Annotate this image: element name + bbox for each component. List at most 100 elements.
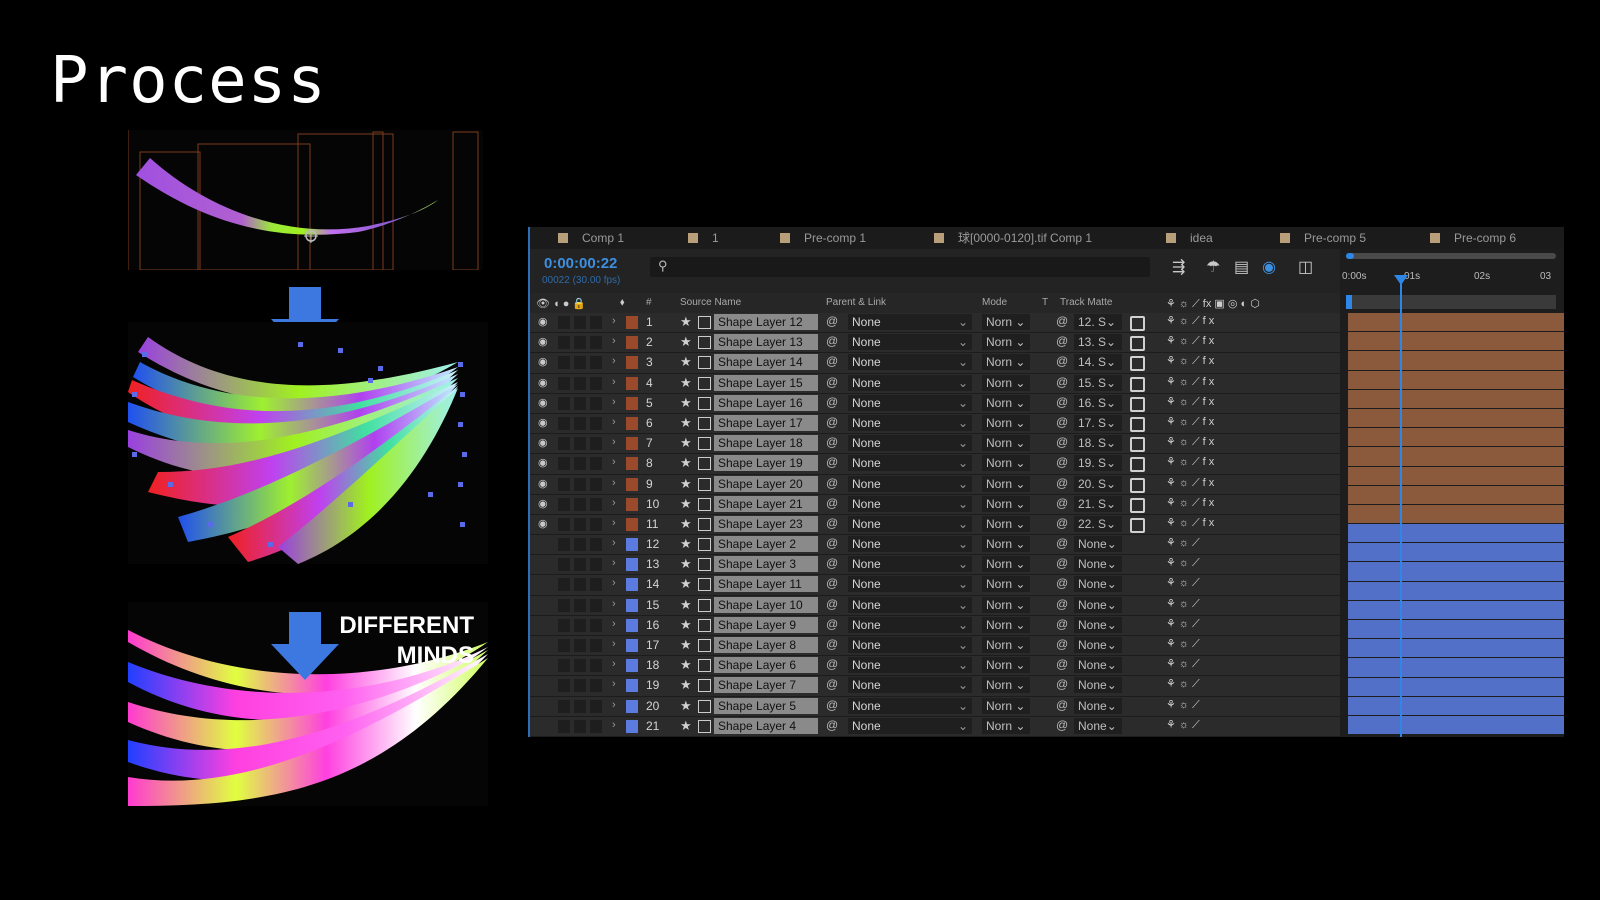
layer-switches[interactable]: ⚘☼⟋	[1166, 637, 1203, 651]
matte-pickwhip-icon[interactable]: @	[1056, 637, 1068, 651]
matte-pickwhip-icon[interactable]: @	[1056, 718, 1068, 732]
matte-pickwhip-icon[interactable]: @	[1056, 334, 1068, 348]
parent-pickwhip-icon[interactable]: @	[826, 354, 838, 368]
label-color[interactable]	[626, 639, 638, 652]
matte-pickwhip-icon[interactable]: @	[1056, 536, 1068, 550]
layer-name[interactable]: Shape Layer 3	[714, 556, 818, 573]
solo-switch[interactable]	[574, 558, 586, 572]
parent-select[interactable]: None ⌄	[848, 495, 972, 512]
continuous-raster-icon[interactable]	[698, 679, 711, 693]
matte-alpha-icon[interactable]	[1130, 477, 1145, 493]
motion-blur-icon[interactable]: ◉	[1262, 257, 1276, 277]
graph-editor-icon[interactable]: ◫	[1298, 257, 1313, 277]
matte-pickwhip-icon[interactable]: @	[1056, 698, 1068, 712]
parent-select[interactable]: None ⌄	[848, 616, 972, 633]
audio-switch[interactable]	[558, 316, 570, 329]
matte-alpha-icon[interactable]	[1130, 517, 1145, 533]
matte-pickwhip-icon[interactable]: @	[1056, 496, 1068, 510]
audio-switch[interactable]	[558, 719, 570, 733]
blend-mode-select[interactable]: Norn ⌄	[982, 637, 1030, 653]
expand-caret-icon[interactable]: ›	[612, 699, 616, 711]
solo-switch[interactable]	[574, 356, 586, 370]
label-color[interactable]	[626, 517, 638, 531]
layer-duration-bar[interactable]	[1348, 658, 1564, 677]
layer-row[interactable]: ◉ › 1 ★ Shape Layer 12 @ None ⌄ Norn ⌄ @12. S⌄ ⚘☼⟋…	[530, 313, 1340, 334]
layer-row[interactable]: ◉ › 8 ★ Shape Layer 19 @ None ⌄ Norn ⌄ @19. S⌄ ⚘☼⟋…	[530, 454, 1340, 475]
layer-row[interactable]: ◉ › 4 ★ Shape Layer 15 @ None ⌄ Norn ⌄ @15. S⌄ ⚘☼⟋…	[530, 373, 1340, 394]
track-matte-select[interactable]: 12. S⌄	[1074, 314, 1122, 330]
layer-row[interactable]: ◉ › 7 ★ Shape Layer 18 @ None ⌄ Norn ⌄ @18. S⌄ ⚘☼⟋…	[530, 434, 1340, 455]
layer-name[interactable]: Shape Layer 5	[714, 697, 818, 714]
parent-pickwhip-icon[interactable]: @	[826, 375, 838, 389]
parent-select[interactable]: None ⌄	[848, 314, 972, 330]
layer-switches[interactable]: ⚘☼⟋fx	[1166, 496, 1217, 510]
audio-switch[interactable]	[558, 558, 570, 572]
layer-duration-bar[interactable]	[1348, 524, 1564, 543]
layer-duration-bar[interactable]	[1348, 620, 1564, 639]
parent-select[interactable]: None ⌄	[848, 697, 972, 714]
blend-mode-select[interactable]: Norn ⌄	[982, 374, 1030, 391]
layer-switches[interactable]: ⚘☼⟋fx	[1166, 395, 1217, 409]
layer-row[interactable]: ◉ › 5 ★ Shape Layer 16 @ None ⌄ Norn ⌄ @16. S⌄ ⚘☼⟋…	[530, 393, 1340, 414]
expand-caret-icon[interactable]: ›	[612, 497, 616, 509]
continuous-raster-icon[interactable]	[698, 578, 711, 592]
continuous-raster-icon[interactable]	[698, 659, 711, 673]
solo-switch[interactable]	[574, 598, 586, 612]
matte-pickwhip-icon[interactable]: @	[1056, 576, 1068, 590]
layer-name[interactable]: Shape Layer 20	[714, 475, 818, 492]
parent-select[interactable]: None ⌄	[848, 435, 972, 452]
continuous-raster-icon[interactable]	[698, 639, 711, 652]
parent-pickwhip-icon[interactable]: @	[826, 657, 838, 671]
tab-pre-comp-5[interactable]: Pre-comp 5	[1280, 227, 1366, 249]
parent-pickwhip-icon[interactable]: @	[826, 617, 838, 631]
matte-pickwhip-icon[interactable]: @	[1056, 455, 1068, 469]
layer-switches[interactable]: ⚘☼⟋fx	[1166, 415, 1217, 429]
label-color[interactable]	[626, 416, 638, 430]
lock-switch[interactable]	[590, 477, 602, 491]
tab-idea[interactable]: idea	[1166, 227, 1213, 249]
label-color[interactable]	[626, 316, 638, 329]
track-matte-select[interactable]: None⌄	[1074, 717, 1122, 734]
layer-name[interactable]: Shape Layer 19	[714, 455, 818, 472]
layer-name[interactable]: Shape Layer 7	[714, 677, 818, 694]
lock-switch[interactable]	[590, 538, 602, 552]
shy-layers-icon[interactable]: ☂	[1206, 257, 1220, 277]
parent-link-header[interactable]: Parent & Link	[826, 297, 886, 308]
layer-name[interactable]: Shape Layer 18	[714, 435, 818, 452]
layer-duration-bar[interactable]	[1348, 600, 1564, 619]
blend-mode-select[interactable]: Norn ⌄	[982, 677, 1030, 694]
lock-switch[interactable]	[590, 517, 602, 531]
layer-switches[interactable]: ⚘☼⟋fx	[1166, 516, 1217, 530]
expand-caret-icon[interactable]: ›	[612, 577, 616, 589]
blend-mode-select[interactable]: Norn ⌄	[982, 697, 1030, 714]
continuous-raster-icon[interactable]	[698, 699, 711, 713]
track-matte-select[interactable]: 15. S⌄	[1074, 374, 1122, 391]
solo-switch[interactable]	[574, 336, 586, 350]
parent-pickwhip-icon[interactable]: @	[826, 698, 838, 712]
eye-icon[interactable]: ◉	[538, 456, 548, 469]
label-color[interactable]	[626, 598, 638, 612]
solo-switch[interactable]	[574, 416, 586, 430]
continuous-raster-icon[interactable]	[698, 316, 711, 329]
layer-duration-bar[interactable]	[1348, 370, 1564, 389]
continuous-raster-icon[interactable]	[698, 437, 711, 451]
tab-pre-comp-1[interactable]: Pre-comp 1	[780, 227, 866, 249]
parent-select[interactable]: None ⌄	[848, 657, 972, 674]
layer-name[interactable]: Shape Layer 23	[714, 515, 818, 532]
solo-switch[interactable]	[574, 457, 586, 471]
audio-switch[interactable]	[558, 457, 570, 471]
lock-switch[interactable]	[590, 679, 602, 693]
track-matte-select[interactable]: 14. S⌄	[1074, 354, 1122, 371]
layer-row[interactable]: ◉ › 6 ★ Shape Layer 17 @ None ⌄ Norn ⌄ @17. S⌄ ⚘☼⟋…	[530, 413, 1340, 435]
expand-caret-icon[interactable]: ›	[612, 456, 616, 468]
parent-select[interactable]: None ⌄	[848, 596, 972, 613]
audio-switch[interactable]	[558, 416, 570, 430]
parent-select[interactable]: None ⌄	[848, 576, 972, 593]
lock-switch[interactable]	[590, 699, 602, 713]
lock-switch[interactable]	[590, 396, 602, 410]
parent-pickwhip-icon[interactable]: @	[826, 476, 838, 490]
label-color[interactable]	[626, 497, 638, 511]
parent-pickwhip-icon[interactable]: @	[826, 496, 838, 510]
blend-mode-select[interactable]: Norn ⌄	[982, 515, 1030, 532]
audio-switch[interactable]	[558, 639, 570, 652]
